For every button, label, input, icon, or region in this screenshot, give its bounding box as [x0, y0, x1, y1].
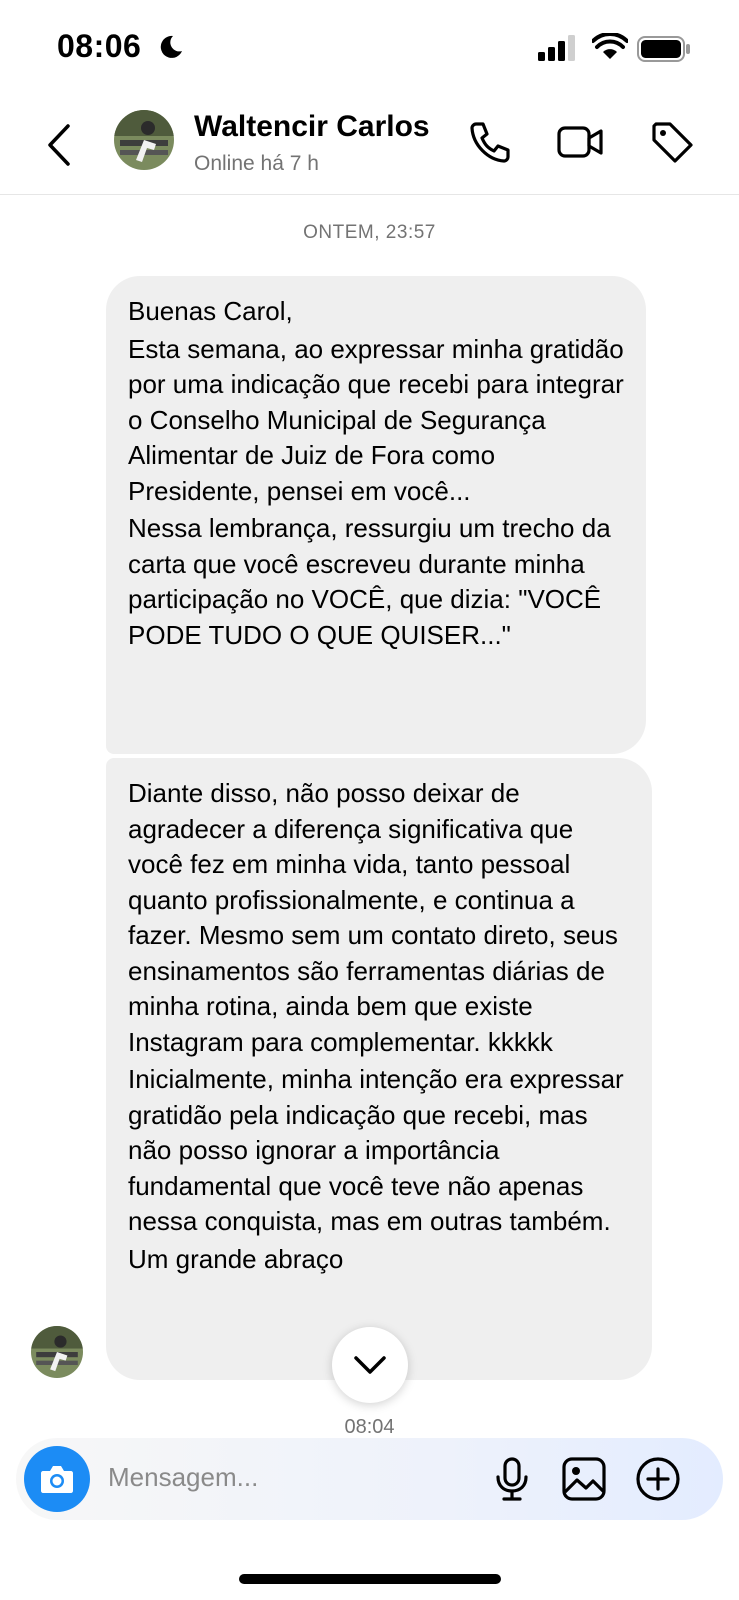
- back-icon[interactable]: [40, 120, 76, 170]
- message-paragraph: Inicialmente, minha intenção era express…: [128, 1064, 624, 1236]
- message-paragraph: Esta semana, ao expressar minha gratidão…: [128, 333, 624, 506]
- message-paragraph: Buenas Carol,: [128, 296, 293, 326]
- message-bubble[interactable]: Diante disso, não posso deixar de agrade…: [106, 758, 652, 1380]
- phone-icon[interactable]: [466, 118, 514, 166]
- gallery-icon[interactable]: [560, 1455, 608, 1503]
- moon-icon: [160, 35, 182, 58]
- message-paragraph: Nessa lembrança, ressurgiu um trecho da …: [128, 513, 611, 650]
- home-indicator: [239, 1574, 501, 1584]
- wifi-icon: [592, 33, 628, 59]
- sender-avatar[interactable]: [31, 1326, 83, 1378]
- date-separator: ONTEM, 23:57: [303, 222, 436, 243]
- message-timestamp: 08:04: [344, 1416, 395, 1438]
- chevron-down-icon: [354, 1356, 386, 1374]
- camera-icon: [41, 1466, 73, 1493]
- message-paragraph: Diante disso, não posso deixar de agrade…: [128, 778, 618, 1057]
- message-bubble[interactable]: Buenas Carol, Esta semana, ao expressar …: [106, 276, 646, 754]
- plus-icon[interactable]: [634, 1455, 682, 1503]
- message-composer: Mensagem...: [16, 1438, 723, 1520]
- contact-avatar[interactable]: [114, 110, 174, 170]
- presence-status: Online há 7 h: [194, 152, 319, 175]
- chat-header: Waltencir Carlos Online há 7 h: [0, 100, 739, 195]
- battery-icon: [637, 36, 690, 62]
- scroll-to-bottom-button[interactable]: [332, 1327, 408, 1403]
- video-icon[interactable]: [556, 118, 604, 166]
- status-bar: 08:06: [0, 0, 739, 100]
- camera-button[interactable]: [24, 1446, 90, 1512]
- signal-icon: [538, 35, 575, 61]
- message-input[interactable]: Mensagem...: [108, 1462, 258, 1493]
- contact-name[interactable]: Waltencir Carlos: [194, 110, 430, 144]
- microphone-icon[interactable]: [488, 1455, 536, 1503]
- message-paragraph: Um grande abraço: [128, 1243, 344, 1274]
- tag-icon[interactable]: [648, 118, 696, 166]
- status-time: 08:06: [57, 28, 142, 64]
